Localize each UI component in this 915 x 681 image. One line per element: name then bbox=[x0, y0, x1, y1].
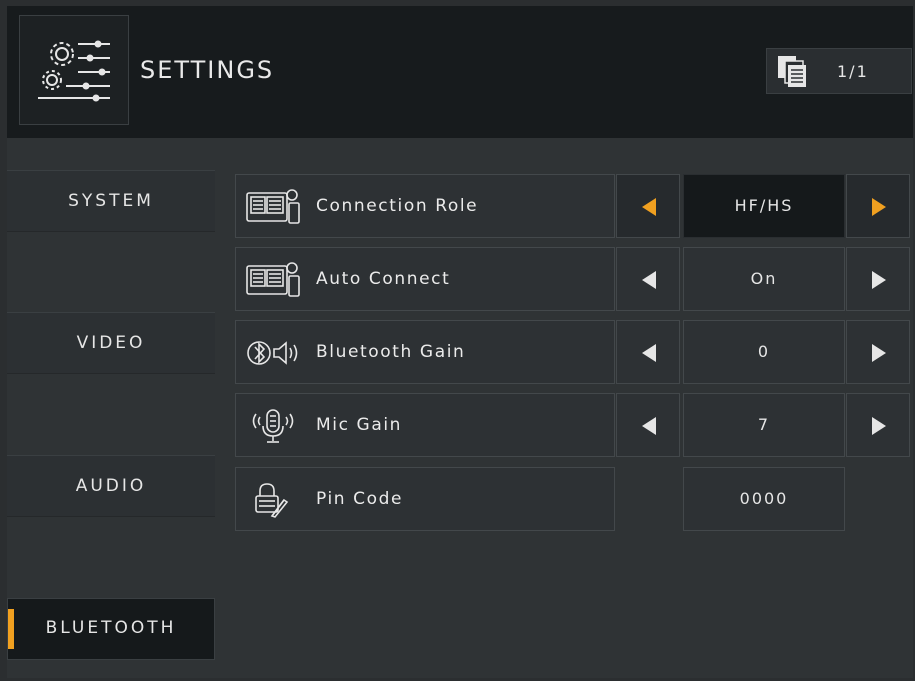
lock-pen-icon bbox=[246, 482, 302, 522]
value-pin-code[interactable]: 0000 bbox=[683, 467, 845, 531]
active-indicator bbox=[8, 609, 14, 649]
row-pin-code[interactable]: Pin Code bbox=[235, 467, 615, 531]
sidebar-item-system[interactable]: SYSTEM bbox=[7, 170, 215, 232]
sidebar-item-label: AUDIO bbox=[75, 476, 147, 496]
value-bluetooth-gain: 0 bbox=[683, 320, 845, 384]
value-mic-gain: 7 bbox=[683, 393, 845, 457]
gears-sliders-icon bbox=[38, 40, 110, 102]
sidebar-item-label: VIDEO bbox=[76, 333, 146, 353]
row-label: Pin Code bbox=[316, 489, 404, 509]
value-connection-role: HF/HS bbox=[683, 174, 845, 238]
sidebar-item-label: BLUETOOTH bbox=[45, 618, 177, 638]
settings-logo bbox=[19, 15, 129, 125]
sidebar-item-label: SYSTEM bbox=[68, 191, 154, 211]
bluetooth-speaker-icon bbox=[246, 335, 306, 375]
pages-icon bbox=[778, 56, 806, 87]
value-auto-connect: On bbox=[683, 247, 845, 311]
right-arrow-icon bbox=[872, 198, 886, 216]
increase-button[interactable] bbox=[846, 247, 910, 311]
left-arrow-icon bbox=[642, 198, 656, 216]
row-mic-gain[interactable]: Mic Gain bbox=[235, 393, 615, 457]
decrease-button[interactable] bbox=[616, 393, 680, 457]
decrease-button[interactable] bbox=[616, 247, 680, 311]
left-arrow-icon bbox=[642, 417, 656, 435]
page-indicator-text: 1/1 bbox=[837, 62, 869, 81]
sidebar-item-video[interactable]: VIDEO bbox=[7, 312, 215, 374]
right-arrow-icon bbox=[872, 344, 886, 362]
sidebar-item-bluetooth[interactable]: BLUETOOTH bbox=[7, 598, 215, 660]
increase-button[interactable] bbox=[846, 174, 910, 238]
left-arrow-icon bbox=[642, 344, 656, 362]
head-unit-phone-icon bbox=[246, 262, 302, 302]
right-arrow-icon bbox=[872, 417, 886, 435]
right-arrow-icon bbox=[872, 271, 886, 289]
head-unit-phone-icon bbox=[246, 189, 302, 229]
sidebar-item-audio[interactable]: AUDIO bbox=[7, 455, 215, 517]
increase-button[interactable] bbox=[846, 393, 910, 457]
row-label: Auto Connect bbox=[316, 269, 451, 289]
decrease-button[interactable] bbox=[616, 320, 680, 384]
row-connection-role[interactable]: Connection Role bbox=[235, 174, 615, 238]
left-arrow-icon bbox=[642, 271, 656, 289]
row-auto-connect[interactable]: Auto Connect bbox=[235, 247, 615, 311]
row-label: Connection Role bbox=[316, 196, 479, 216]
increase-button[interactable] bbox=[846, 320, 910, 384]
decrease-button[interactable] bbox=[616, 174, 680, 238]
row-label: Mic Gain bbox=[316, 415, 403, 435]
microphone-icon bbox=[246, 408, 302, 448]
page-title: SETTINGS bbox=[140, 56, 275, 84]
row-label: Bluetooth Gain bbox=[316, 342, 466, 362]
page-indicator[interactable]: 1/1 bbox=[766, 48, 912, 94]
row-bluetooth-gain[interactable]: Bluetooth Gain bbox=[235, 320, 615, 384]
